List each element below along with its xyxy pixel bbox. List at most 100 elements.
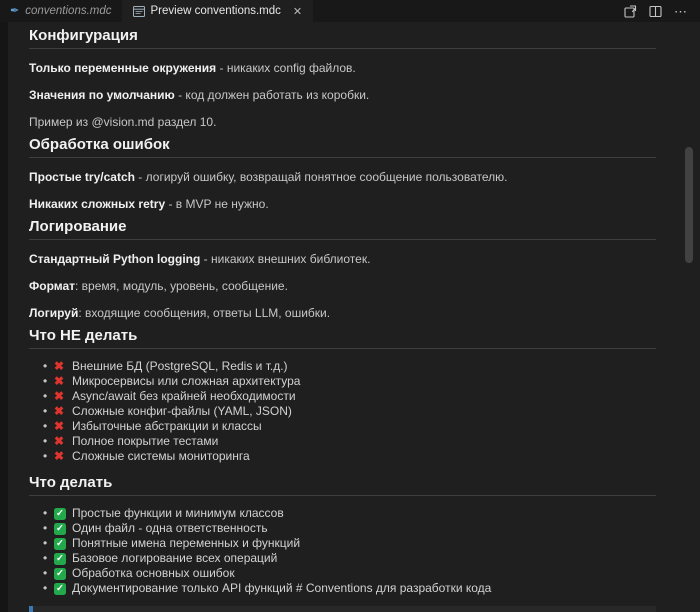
cross-mark-icon: ✖ xyxy=(54,419,65,433)
list-item: • ✖ Внешние БД (PostgreSQL, Redis и т.д.) xyxy=(29,359,656,374)
markdown-content: Конфигурация Только переменные окружения… xyxy=(8,22,700,612)
list-item: • ✓ Базовое логирование всех операций xyxy=(29,551,656,566)
pane-left-gutter xyxy=(0,22,8,612)
bullet: • xyxy=(43,536,48,550)
check-mark-icon: ✓ xyxy=(54,507,66,520)
paragraph-text: - код должен работать из коробки. xyxy=(174,88,370,102)
list-item: • ✖ Микросервисы или сложная архитектура xyxy=(29,374,656,389)
bullet: • xyxy=(43,566,48,580)
paragraph-lead: Формат xyxy=(29,279,76,293)
list-item-text: Один файл - одна ответственность xyxy=(72,521,268,535)
list-item: • ✖ Полное покрытие тестами xyxy=(29,434,656,449)
bullet: • xyxy=(43,551,48,565)
paragraph: Никаких сложных retry - в MVP не нужно. xyxy=(29,197,656,212)
list-item-text: Полное покрытие тестами xyxy=(72,434,219,448)
section-heading: Что НЕ делать xyxy=(29,327,656,349)
editor-actions: ⋯ xyxy=(612,0,700,22)
paragraph-lead: Никаких сложных retry xyxy=(29,197,166,211)
cross-mark-icon: ✖ xyxy=(54,374,65,388)
bullet: • xyxy=(43,449,48,463)
paragraph-lead: Только переменные окружения xyxy=(29,61,217,75)
vertical-scrollbar-thumb[interactable] xyxy=(685,147,693,263)
paragraph: Только переменные окружения - никаких co… xyxy=(29,61,656,76)
check-mark-icon: ✓ xyxy=(54,537,66,550)
markdown-preview-pane: Конфигурация Только переменные окружения… xyxy=(0,22,700,612)
bullet: • xyxy=(43,389,48,403)
paragraph-lead: Значения по умолчанию xyxy=(29,88,175,102)
paragraph: Логируй: входящие сообщения, ответы LLM,… xyxy=(29,306,656,321)
paragraph: Формат: время, модуль, уровень, сообщени… xyxy=(29,279,656,294)
paragraph: Пример из @vision.md раздел 10. xyxy=(29,115,656,130)
list-item: • ✓ Один файл - одна ответственность xyxy=(29,521,656,536)
list-item: • ✖ Сложные конфиг-файлы (YAML, JSON) xyxy=(29,404,656,419)
paragraph-text: Пример из @vision.md раздел 10. xyxy=(29,115,217,129)
list-item: • ✖ Async/await без крайней необходимости xyxy=(29,389,656,404)
bullet: • xyxy=(43,419,48,433)
paragraph-text: - никаких внешних библиотек. xyxy=(200,252,371,266)
list-item-text: Сложные конфиг-файлы (YAML, JSON) xyxy=(72,404,292,418)
tab-preview-conventions-mdc[interactable]: Preview conventions.mdc ✕ xyxy=(122,0,314,22)
section-heading: Обработка ошибок xyxy=(29,136,656,158)
list-item: • ✓ Документирование только API функций # … xyxy=(29,581,656,596)
bullet: • xyxy=(43,434,48,448)
cross-mark-icon: ✖ xyxy=(54,404,65,418)
paragraph-text: - в MVP не нужно. xyxy=(165,197,269,211)
tab-bar-spacer xyxy=(313,0,612,22)
close-tab-icon[interactable]: ✕ xyxy=(293,5,302,18)
list-item-text: Микросервисы или сложная архитектура xyxy=(72,374,301,388)
edit-source-icon[interactable] xyxy=(624,4,637,18)
list-item-text: Простые функции и минимум классов xyxy=(72,506,284,520)
paragraph-lead: Логируй xyxy=(29,306,79,320)
tab-label: conventions.mdc xyxy=(25,5,112,17)
cross-mark-icon: ✖ xyxy=(54,359,65,373)
tab-bar: ✒ conventions.mdc Preview conventions.md… xyxy=(0,0,700,22)
editor-window: ✒ conventions.mdc Preview conventions.md… xyxy=(0,0,700,612)
paragraph-text: : входящие сообщения, ответы LLM, ошибки… xyxy=(78,306,331,320)
dont-list: • ✖ Внешние БД (PostgreSQL, Redis и т.д.) … xyxy=(29,359,656,464)
paragraph: Значения по умолчанию - код должен работ… xyxy=(29,88,656,103)
do-list: • ✓ Простые функции и минимум классов • ✓ Од… xyxy=(29,506,656,596)
check-mark-icon: ✓ xyxy=(54,522,66,535)
markdown-preview-icon xyxy=(132,5,145,17)
bullet: • xyxy=(43,521,48,535)
paragraph-text: - логируй ошибку, возвращай понятное соо… xyxy=(134,170,508,184)
list-item-text: Обработка основных ошибок xyxy=(72,566,235,580)
paragraph-lead: Простые try/catch xyxy=(29,170,135,184)
list-item: • ✓ Понятные имена переменных и функций xyxy=(29,536,656,551)
list-item-text: Базовое логирование всех операций xyxy=(72,551,278,565)
list-item: • ✓ Обработка основных ошибок xyxy=(29,566,656,581)
list-item: • ✖ Избыточные абстракции и классы xyxy=(29,419,656,434)
list-item-text: Внешние БД (PostgreSQL, Redis и т.д.) xyxy=(72,359,288,373)
cross-mark-icon: ✖ xyxy=(54,434,65,448)
mdc-file-icon: ✒ xyxy=(10,4,20,17)
paragraph-text: : время, модуль, уровень, сообщение. xyxy=(75,279,288,293)
check-mark-icon: ✓ xyxy=(54,552,66,565)
section-heading: Что делать xyxy=(29,474,656,496)
paragraph: Простые try/catch - логируй ошибку, возв… xyxy=(29,170,656,185)
paragraph-text: - никаких config файлов. xyxy=(216,61,356,75)
check-mark-icon: ✓ xyxy=(54,582,66,595)
list-item-text: Документирование только API функций # Co… xyxy=(72,581,492,595)
section-heading: Конфигурация xyxy=(29,27,656,49)
list-item: • ✓ Простые функции и минимум классов xyxy=(29,506,656,521)
bullet: • xyxy=(43,581,48,595)
list-item: • ✖ Сложные системы мониторинга xyxy=(29,449,656,464)
cross-mark-icon: ✖ xyxy=(54,449,65,463)
list-item-text: Избыточные абстракции и классы xyxy=(72,419,262,433)
blockquote: Базовые принципы и технологии описаны в … xyxy=(29,606,656,612)
section-heading: Логирование xyxy=(29,218,656,240)
tab-label: Preview conventions.mdc xyxy=(150,5,281,17)
list-item-text: Понятные имена переменных и функций xyxy=(72,536,301,550)
paragraph: Стандартный Python logging - никаких вне… xyxy=(29,252,656,267)
more-actions-icon[interactable]: ⋯ xyxy=(674,5,688,18)
list-item-text: Async/await без крайней необходимости xyxy=(72,389,296,403)
split-editor-icon[interactable] xyxy=(649,5,662,18)
bullet: • xyxy=(43,374,48,388)
paragraph-lead: Стандартный Python logging xyxy=(29,252,201,266)
cross-mark-icon: ✖ xyxy=(54,389,65,403)
bullet: • xyxy=(43,404,48,418)
list-item-text: Сложные системы мониторинга xyxy=(72,449,250,463)
check-mark-icon: ✓ xyxy=(54,567,66,580)
tab-conventions-mdc[interactable]: ✒ conventions.mdc xyxy=(0,0,123,22)
bullet: • xyxy=(43,506,48,520)
